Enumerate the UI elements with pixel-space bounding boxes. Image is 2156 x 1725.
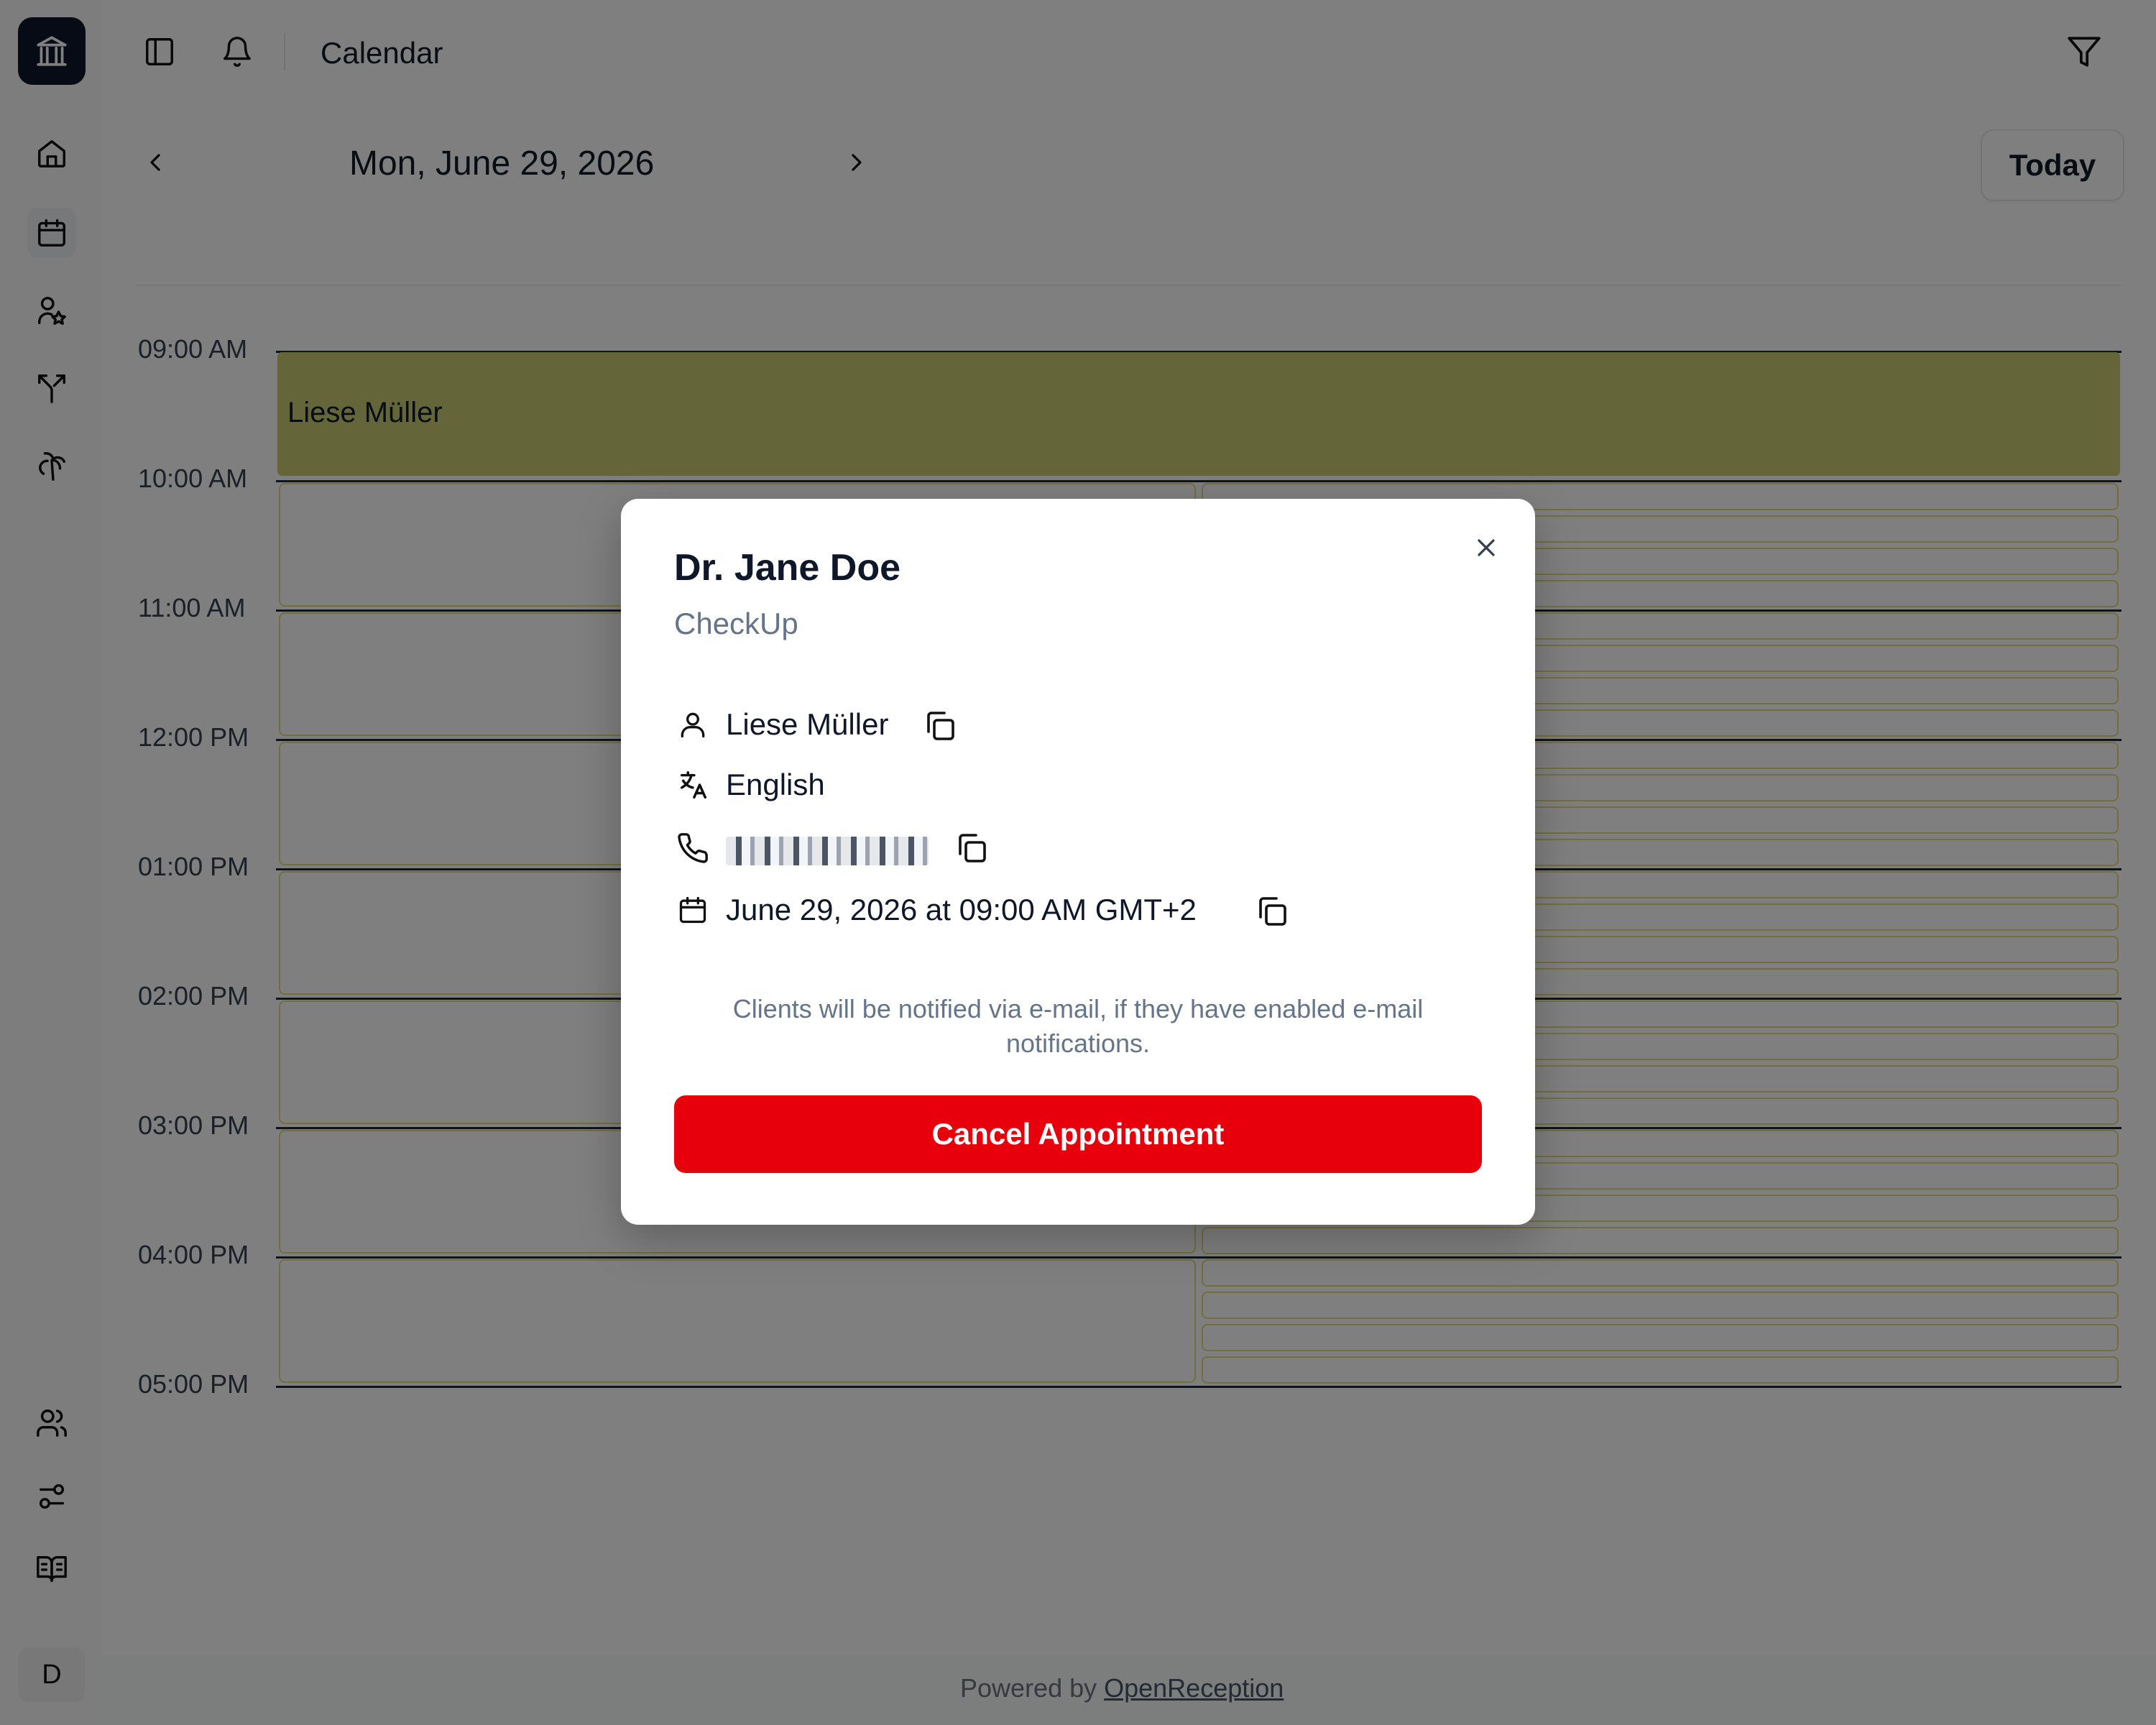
app-root: D Calendar Mon, June 29, 2026 Today 09:0… [0,0,2156,1725]
appointment-datetime: June 29, 2026 at 09:00 AM GMT+2 [726,893,1197,926]
language-icon [674,766,711,804]
phone-icon [674,829,711,867]
cancel-appointment-button[interactable]: Cancel Appointment [674,1095,1482,1173]
close-button[interactable] [1465,526,1508,569]
copy-icon[interactable] [1252,891,1292,932]
close-icon [1478,539,1495,556]
copy-icon[interactable] [952,828,992,868]
user-icon [674,706,711,743]
client-language: English [726,768,825,801]
notification-notice: Clients will be notified via e-mail, if … [732,994,1424,1058]
appointment-dialog: Dr. Jane Doe CheckUp Liese Müller Englis… [621,499,1535,1225]
dialog-title: Dr. Jane Doe [674,547,901,589]
copy-icon[interactable] [920,706,960,746]
appointment-type: CheckUp [674,607,798,640]
client-name: Liese Müller [726,707,889,741]
phone-number-redacted [726,837,929,865]
calendar-icon [674,891,711,929]
